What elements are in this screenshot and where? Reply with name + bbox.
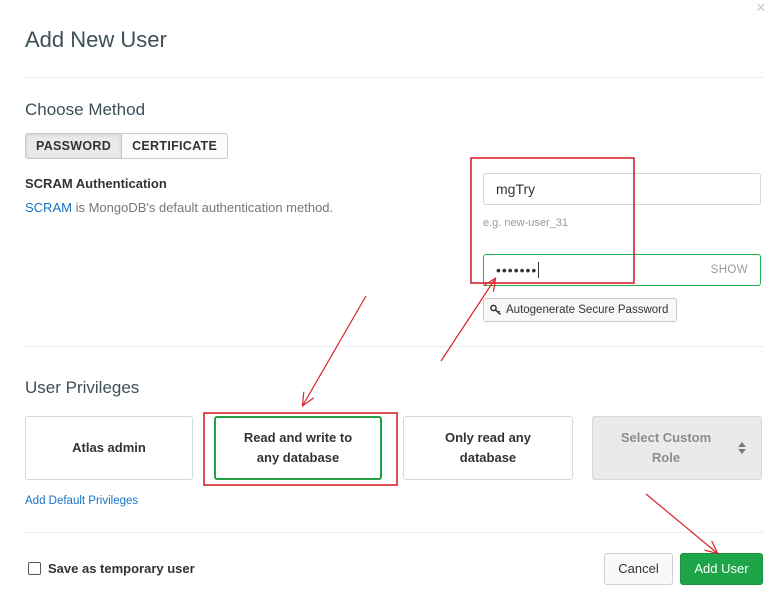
checkbox-icon[interactable] xyxy=(28,562,41,575)
key-icon xyxy=(490,304,502,316)
annotation-arrow-add-user xyxy=(645,493,717,553)
scram-link[interactable]: SCRAM xyxy=(25,200,72,215)
role-atlas-admin[interactable]: Atlas admin xyxy=(25,416,193,480)
role-label-line1: Only read any xyxy=(445,430,531,445)
scram-title: SCRAM Authentication xyxy=(25,176,167,191)
scram-description-text: is MongoDB's default authentication meth… xyxy=(71,200,334,215)
role-read-write-any[interactable]: Read and write to any database xyxy=(214,416,382,480)
password-value: ••••••• xyxy=(496,262,538,278)
role-label-line2: Role xyxy=(651,450,681,465)
scram-description: SCRAM is MongoDB's default authenticatio… xyxy=(25,200,333,215)
username-input[interactable]: mgTry xyxy=(483,173,761,205)
add-user-button[interactable]: Add User xyxy=(680,553,763,585)
user-privileges-heading: User Privileges xyxy=(25,378,140,397)
temporary-user-label: Save as temporary user xyxy=(48,561,195,576)
dialog-title: Add New User xyxy=(25,27,167,52)
choose-method-heading: Choose Method xyxy=(25,100,146,119)
role-label: Atlas admin xyxy=(72,440,146,455)
password-input[interactable]: ••••••• SHOW xyxy=(483,254,761,286)
password-method-button[interactable]: PASSWORD xyxy=(26,134,123,158)
annotation-arrow-role xyxy=(303,295,367,405)
username-value: mgTry xyxy=(496,181,536,197)
role-read-any[interactable]: Only read any database xyxy=(403,416,573,480)
autogenerate-password-button[interactable]: Autogenerate Secure Password xyxy=(483,298,678,322)
divider-top xyxy=(25,77,763,78)
username-hint: e.g. new-user_31 xyxy=(483,217,568,229)
add-default-privileges-link[interactable]: Add Default Privileges xyxy=(25,495,138,507)
role-label-line1: Read and write to xyxy=(243,430,353,445)
show-password-button[interactable]: SHOW xyxy=(711,255,748,285)
role-label-line1: Select Custom xyxy=(620,430,712,445)
method-toggle: PASSWORD CERTIFICATE xyxy=(25,133,229,159)
divider-bottom xyxy=(25,532,763,533)
certificate-method-button[interactable]: CERTIFICATE xyxy=(122,134,228,158)
divider-middle xyxy=(25,346,763,347)
autogenerate-password-label: Autogenerate Secure Password xyxy=(506,304,669,316)
sort-icon xyxy=(738,442,746,454)
text-caret xyxy=(538,262,540,278)
cancel-button[interactable]: Cancel xyxy=(604,553,673,585)
role-select-custom[interactable]: Select Custom Role xyxy=(592,416,762,480)
role-label-line2: any database xyxy=(256,450,340,465)
role-label-line2: database xyxy=(459,450,517,465)
temporary-user-option[interactable]: Save as temporary user xyxy=(28,561,195,576)
close-icon[interactable]: × xyxy=(752,0,770,18)
